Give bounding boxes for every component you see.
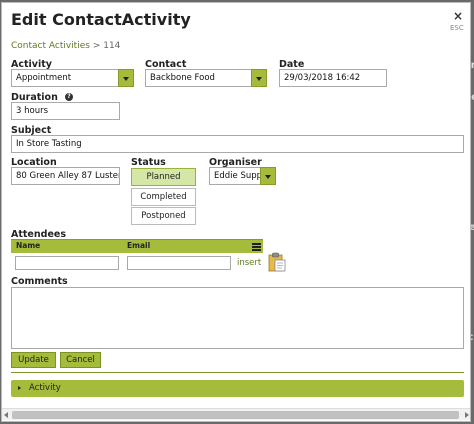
subject-input[interactable]: In Store Tasting xyxy=(11,135,464,153)
scroll-left-icon[interactable] xyxy=(4,412,8,418)
update-button[interactable]: Update xyxy=(11,352,56,368)
activity-dropdown-button[interactable] xyxy=(118,69,134,87)
breadcrumb-current: 114 xyxy=(103,41,121,51)
status-label: Status xyxy=(131,157,166,168)
breadcrumb-link-contact-activities[interactable]: Contact Activities xyxy=(11,41,90,51)
date-input[interactable]: 29/03/2018 16:42 xyxy=(279,69,387,87)
comments-label: Comments xyxy=(11,276,68,287)
dialog-title: Edit ContactActivity xyxy=(11,10,191,29)
contact-dropdown-button[interactable] xyxy=(251,69,267,87)
horizontal-scrollbar[interactable] xyxy=(2,408,470,420)
attendee-name-input[interactable] xyxy=(15,256,119,270)
scrollbar-thumb[interactable] xyxy=(12,411,459,419)
status-option-postponed[interactable]: Postponed xyxy=(131,207,196,225)
clipboard-paste-icon[interactable] xyxy=(268,252,286,272)
duration-input[interactable]: 3 hours xyxy=(11,102,120,120)
scroll-right-icon[interactable] xyxy=(465,412,469,418)
attendee-email-input[interactable] xyxy=(127,256,231,270)
divider xyxy=(11,372,464,373)
organiser-select[interactable]: Eddie Support xyxy=(209,167,261,185)
location-input[interactable]: 80 Green Alley 87 Luster Lane xyxy=(11,167,120,185)
esc-hint: ESC xyxy=(450,24,464,32)
cancel-button[interactable]: Cancel xyxy=(60,352,101,368)
chevron-right-icon xyxy=(18,386,21,390)
organiser-dropdown-button[interactable] xyxy=(260,167,276,185)
breadcrumb: Contact Activities > 114 xyxy=(11,41,120,51)
attendees-col-email: Email xyxy=(127,241,151,250)
help-icon[interactable]: ? xyxy=(65,93,73,101)
contact-select[interactable]: Backbone Food xyxy=(145,69,253,87)
activity-accordion[interactable]: Activity xyxy=(11,380,464,397)
insert-link[interactable]: insert xyxy=(237,258,261,268)
comments-textarea[interactable] xyxy=(11,287,464,349)
close-icon[interactable]: × xyxy=(453,9,463,23)
breadcrumb-separator: > xyxy=(92,41,101,51)
edit-contact-activity-dialog: Edit ContactActivity × ESC Contact Activ… xyxy=(1,2,471,422)
activity-accordion-label: Activity xyxy=(29,383,61,393)
activity-select[interactable]: Appointment xyxy=(11,69,119,87)
status-option-planned[interactable]: Planned xyxy=(131,168,196,186)
attendees-col-name: Name xyxy=(16,241,41,250)
menu-icon[interactable] xyxy=(252,243,261,252)
status-option-completed[interactable]: Completed xyxy=(131,188,196,206)
